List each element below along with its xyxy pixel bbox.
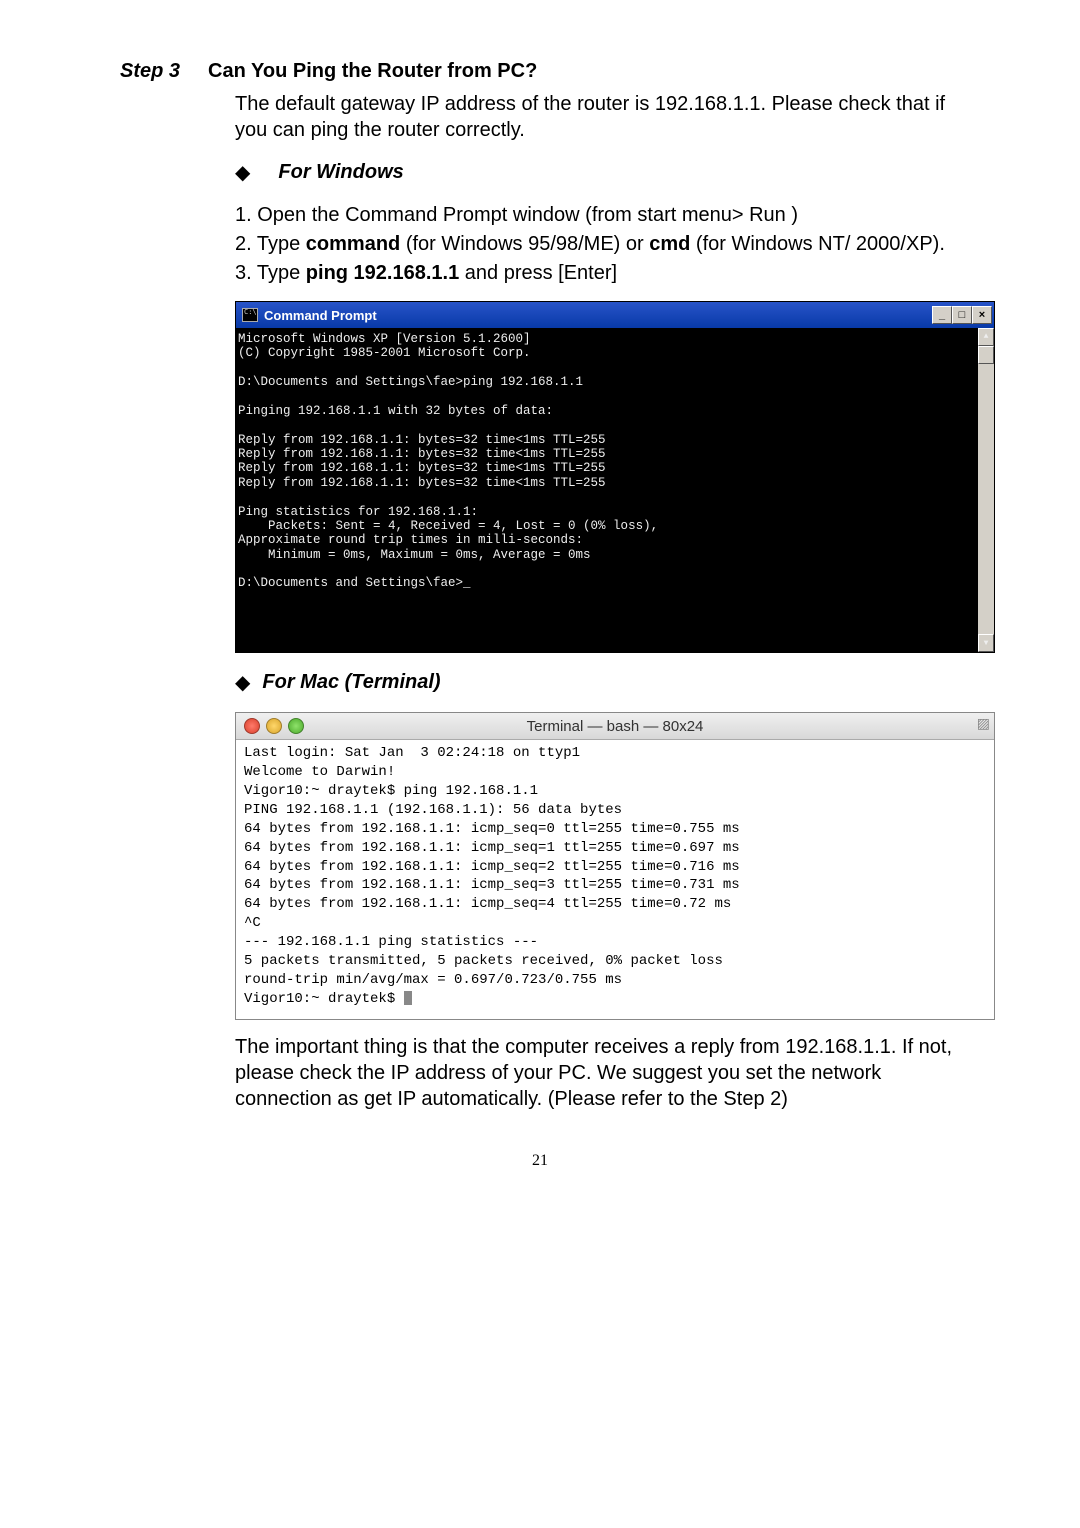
cmd-title: Command Prompt: [264, 308, 377, 323]
cmd-titlebar: Command Prompt _ □ ×: [236, 302, 994, 328]
text: (for Windows 95/98/ME) or: [400, 233, 649, 255]
diamond-icon: ◆: [235, 163, 250, 183]
step-label: Step 3: [120, 60, 180, 83]
page-number: 21: [120, 1152, 960, 1170]
term-titlebar: Terminal — bash — 80x24 ▨: [236, 713, 994, 740]
scroll-thumb[interactable]: [978, 346, 994, 364]
terminal-window: Terminal — bash — 80x24 ▨ Last login: Sa…: [235, 712, 995, 1019]
for-windows-heading: For Windows: [278, 161, 403, 184]
step-title: Can You Ping the Router from PC?: [208, 60, 537, 83]
window-controls: _ □ ×: [932, 306, 992, 324]
close-button[interactable]: ×: [972, 306, 992, 324]
term-title: Terminal — bash — 80x24: [236, 718, 994, 735]
closing-paragraph: The important thing is that the computer…: [235, 1034, 960, 1112]
win-step-3: 3. Type ping 192.168.1.1 and press [Ente…: [235, 260, 960, 287]
intro-paragraph: The default gateway IP address of the ro…: [235, 91, 960, 143]
win-step-2: 2. Type command (for Windows 95/98/ME) o…: [235, 231, 960, 258]
text: 2. Type: [235, 233, 306, 255]
command-prompt-window: Command Prompt _ □ × Microsoft Windows X…: [235, 301, 995, 653]
scrollbar[interactable]: ▲ ▼: [978, 328, 994, 652]
term-text: Last login: Sat Jan 3 02:24:18 on ttyp1 …: [244, 745, 740, 1007]
scroll-icon: ▨: [977, 715, 990, 732]
scroll-track[interactable]: [978, 364, 994, 634]
text-bold: cmd: [649, 233, 690, 255]
text-bold: command: [306, 233, 400, 255]
cmd-icon: [242, 308, 258, 322]
term-output: Last login: Sat Jan 3 02:24:18 on ttyp1 …: [236, 740, 994, 1018]
text: 3. Type: [235, 262, 306, 284]
diamond-icon: ◆: [235, 673, 250, 693]
minimize-button[interactable]: _: [932, 306, 952, 324]
cmd-output: Microsoft Windows XP [Version 5.1.2600] …: [238, 332, 974, 648]
text: and press [Enter]: [459, 262, 617, 284]
scroll-down-icon[interactable]: ▼: [978, 634, 994, 652]
text: (for Windows NT/ 2000/XP).: [690, 233, 945, 255]
cursor-icon: [404, 991, 412, 1005]
text-bold: ping 192.168.1.1: [306, 262, 459, 284]
maximize-button[interactable]: □: [952, 306, 972, 324]
for-mac-heading: For Mac (Terminal): [262, 671, 440, 694]
scroll-up-icon[interactable]: ▲: [978, 328, 994, 346]
win-step-1: 1. Open the Command Prompt window (from …: [235, 202, 960, 229]
